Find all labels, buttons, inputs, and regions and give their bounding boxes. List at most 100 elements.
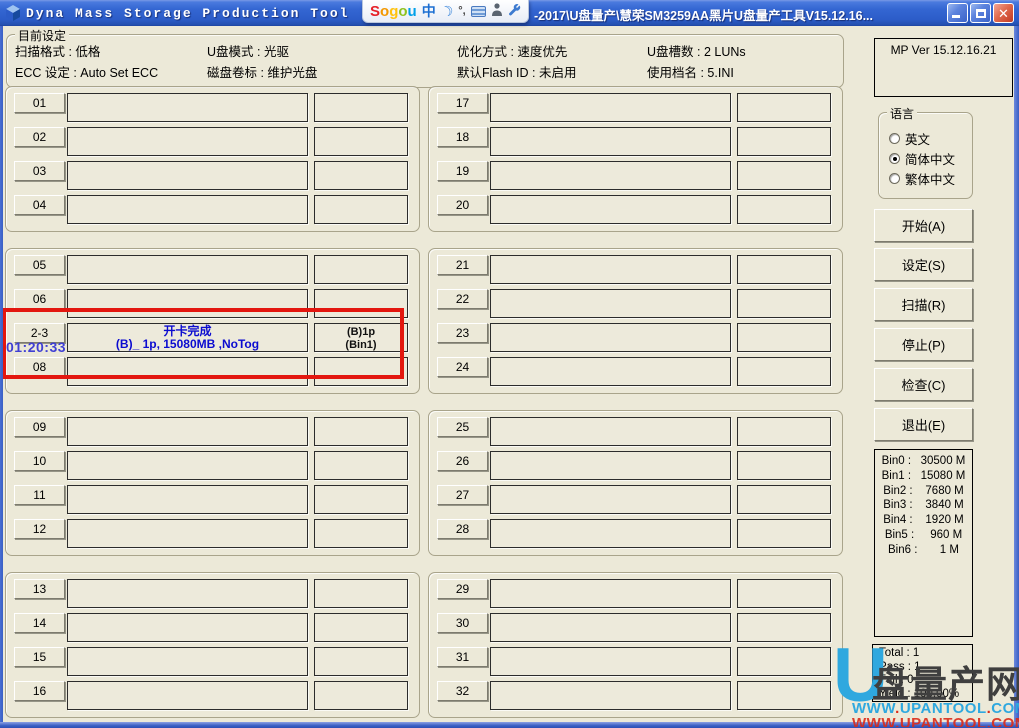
slot-button-05[interactable]: 05	[14, 255, 65, 275]
close-button[interactable]: ✕	[993, 3, 1014, 23]
language-group: 语言 英文简体中文繁体中文	[878, 112, 973, 199]
slot-block-1: 01 02 03 04	[5, 86, 420, 232]
radio-icon[interactable]	[889, 173, 900, 184]
slot-button-15[interactable]: 15	[14, 647, 65, 667]
slot-row-13: 13	[6, 579, 421, 609]
watermark-url: WWW.UPANTOOL.COM	[852, 700, 1019, 717]
totals-line: Yield : 100.00%	[879, 688, 972, 702]
slot-button-06[interactable]: 06	[14, 289, 65, 309]
language-option-1[interactable]: 英文	[889, 132, 930, 145]
slot-result-01	[314, 93, 408, 122]
slot-result-02	[314, 127, 408, 156]
slot-button-22[interactable]: 22	[437, 289, 488, 309]
slot-button-21[interactable]: 21	[437, 255, 488, 275]
slot-result-25	[737, 417, 831, 446]
settings-line: ECC 设定 : Auto Set ECC	[15, 63, 158, 84]
start-button[interactable]: 开始(A)	[874, 209, 973, 242]
language-option-2[interactable]: 简体中文	[889, 152, 955, 165]
setting-button[interactable]: 设定(S)	[874, 248, 973, 281]
slot-button-09[interactable]: 09	[14, 417, 65, 437]
ime-chinese-mode-icon[interactable]: 中	[422, 1, 436, 21]
sogou-logo-letter: u	[408, 3, 417, 20]
language-group-title: 语言	[887, 105, 917, 122]
ime-fullwidth-moon-icon[interactable]: ☽	[438, 1, 456, 21]
settings-line: 默认Flash ID : 未启用	[457, 63, 576, 84]
slot-button-13[interactable]: 13	[14, 579, 65, 599]
slot-row-21: 21	[429, 255, 844, 285]
slot-time-2-3: 01:20:33	[2, 339, 70, 355]
slot-button-01[interactable]: 01	[14, 93, 65, 113]
slot-button-31[interactable]: 31	[437, 647, 488, 667]
ime-wrench-icon[interactable]	[508, 3, 521, 19]
slot-result-10	[314, 451, 408, 480]
slot-row-27: 27	[429, 485, 844, 515]
slot-result-15	[314, 647, 408, 676]
language-option-3[interactable]: 繁体中文	[889, 172, 955, 185]
mp-version-box: MP Ver 15.12.16.21	[874, 38, 1013, 97]
slot-row-24: 24	[429, 357, 844, 387]
slot-button-23[interactable]: 23	[437, 323, 488, 343]
slot-status-31	[490, 647, 731, 676]
slot-block-3: 09 10 11 12	[5, 410, 420, 556]
slot-button-32[interactable]: 32	[437, 681, 488, 701]
slot-result-11	[314, 485, 408, 514]
slot-status-30	[490, 613, 731, 642]
slot-button-10[interactable]: 10	[14, 451, 65, 471]
slot-row-02: 02	[6, 127, 421, 157]
ime-person-icon[interactable]	[491, 3, 503, 19]
slot-button-02[interactable]: 02	[14, 127, 65, 147]
close-icon: ✕	[998, 7, 1009, 20]
maximize-button[interactable]	[970, 3, 991, 23]
slot-button-29[interactable]: 29	[437, 579, 488, 599]
slot-result-17	[737, 93, 831, 122]
slot-result-13	[314, 579, 408, 608]
slot-result-14	[314, 613, 408, 642]
check-button[interactable]: 检查(C)	[874, 368, 973, 401]
slot-button-17[interactable]: 17	[437, 93, 488, 113]
slot-button-19[interactable]: 19	[437, 161, 488, 181]
slot-result-24	[737, 357, 831, 386]
slot-button-14[interactable]: 14	[14, 613, 65, 633]
slot-block-4: 13 14 15 16	[5, 572, 420, 718]
slot-button-20[interactable]: 20	[437, 195, 488, 215]
slot-row-26: 26	[429, 451, 844, 481]
scan-button[interactable]: 扫描(R)	[874, 288, 973, 321]
window-border-left	[0, 26, 3, 728]
radio-icon[interactable]	[889, 133, 900, 144]
slot-button-03[interactable]: 03	[14, 161, 65, 181]
slot-button-26[interactable]: 26	[437, 451, 488, 471]
ime-punctuation-icon[interactable]: °,	[458, 5, 465, 17]
settings-line: U盘模式 : 光驱	[207, 42, 317, 63]
slot-status-03	[67, 161, 308, 190]
slot-button-12[interactable]: 12	[14, 519, 65, 539]
ime-toolbar[interactable]: Sogou 中 ☽ °,	[362, 0, 529, 23]
slot-status-21	[490, 255, 731, 284]
settings-line: 扫描格式 : 低格	[15, 42, 158, 63]
radio-icon[interactable]	[889, 153, 900, 164]
slot-row-30: 30	[429, 613, 844, 643]
ime-keyboard-icon[interactable]	[471, 6, 486, 17]
slot-button-30[interactable]: 30	[437, 613, 488, 633]
slot-button-11[interactable]: 11	[14, 485, 65, 505]
slot-button-24[interactable]: 24	[437, 357, 488, 377]
slot-status-17	[490, 93, 731, 122]
slot-button-18[interactable]: 18	[437, 127, 488, 147]
slot-button-25[interactable]: 25	[437, 417, 488, 437]
stop-button[interactable]: 停止(P)	[874, 328, 973, 361]
slot-button-16[interactable]: 16	[14, 681, 65, 701]
slot-button-08[interactable]: 08	[14, 357, 65, 377]
slot-status-09	[67, 417, 308, 446]
exit-button[interactable]: 退出(E)	[874, 408, 973, 441]
sogou-logo-letter: o	[398, 3, 407, 20]
slot-button-28[interactable]: 28	[437, 519, 488, 539]
bin-stat-line: Bin5 : 960 M	[875, 528, 972, 543]
slot-status-29	[490, 579, 731, 608]
slot-button-27[interactable]: 27	[437, 485, 488, 505]
settings-line: 磁盘卷标 : 维护光盘	[207, 63, 317, 84]
slot-result-28	[737, 519, 831, 548]
slot-result-06	[314, 289, 408, 318]
slot-result-27	[737, 485, 831, 514]
minimize-button[interactable]	[947, 3, 968, 23]
slot-button-04[interactable]: 04	[14, 195, 65, 215]
slot-result-04	[314, 195, 408, 224]
